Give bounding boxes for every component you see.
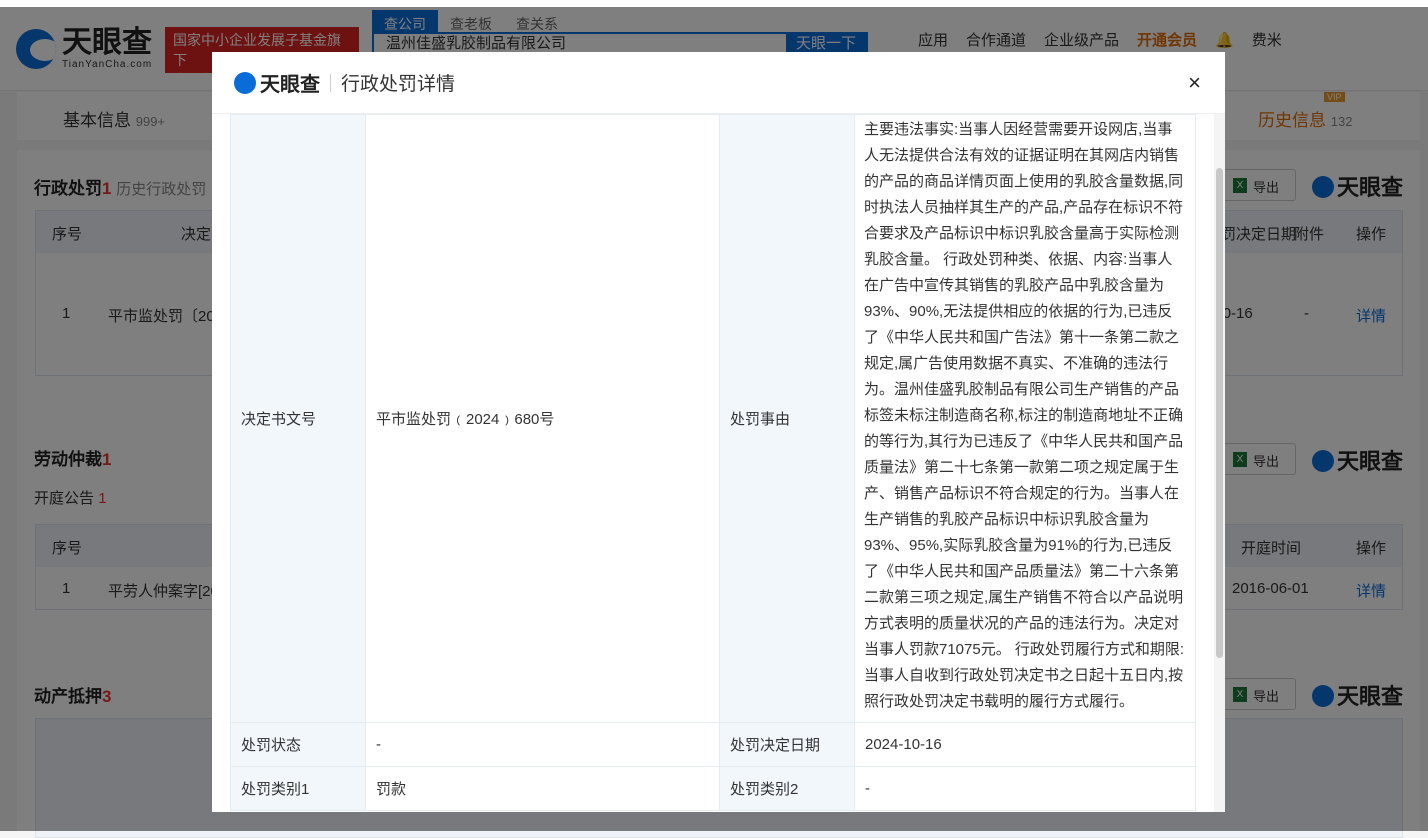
modal-title: 行政处罚详情 (341, 74, 456, 95)
modal-logo: 天眼查 (234, 68, 320, 97)
close-icon[interactable]: × (1188, 70, 1201, 96)
detail-table: 决定书文号 平市监处罚﹙2024﹚680号 处罚事由 主要违法事实:当事人因经营… (230, 114, 1196, 811)
table-row: 处罚状态 - 处罚决定日期 2024-10-16 (230, 722, 1196, 767)
penalty-detail-modal: 天眼查 行政处罚详情 × 决定书文号 平市监处罚﹙2024﹚680号 处罚事由 … (212, 52, 1225, 812)
modal-body: 决定书文号 平市监处罚﹙2024﹚680号 处罚事由 主要违法事实:当事人因经营… (230, 114, 1196, 812)
scrollbar-thumb[interactable] (1216, 168, 1223, 658)
table-row: 处罚类别1 罚款 处罚类别2 - (230, 766, 1196, 811)
modal-scrollbar[interactable] (1214, 114, 1225, 812)
value-decision-date: 2024-10-16 (854, 722, 1196, 767)
label-category2: 处罚类别2 (719, 766, 855, 811)
label-decision-date: 处罚决定日期 (719, 722, 855, 767)
value-doc-no: 平市监处罚﹙2024﹚680号 (365, 114, 720, 723)
reason-text: 主要违法事实:当事人因经营需要开设网店,当事人无法提供合法有效的证据证明在其网店… (864, 121, 1185, 710)
divider (330, 73, 331, 92)
value-category1: 罚款 (365, 766, 720, 811)
modal-header: 天眼查 行政处罚详情 × (212, 52, 1225, 114)
label-doc-no: 决定书文号 (230, 114, 366, 723)
value-status: - (365, 722, 720, 767)
table-row: 决定书文号 平市监处罚﹙2024﹚680号 处罚事由 主要违法事实:当事人因经营… (230, 114, 1196, 723)
value-reason: 主要违法事实:当事人因经营需要开设网店,当事人无法提供合法有效的证据证明在其网店… (854, 114, 1196, 723)
label-status: 处罚状态 (230, 722, 366, 767)
value-category2: - (854, 766, 1196, 811)
browser-top-strip (0, 0, 1428, 7)
label-reason: 处罚事由 (719, 114, 855, 723)
label-category1: 处罚类别1 (230, 766, 366, 811)
